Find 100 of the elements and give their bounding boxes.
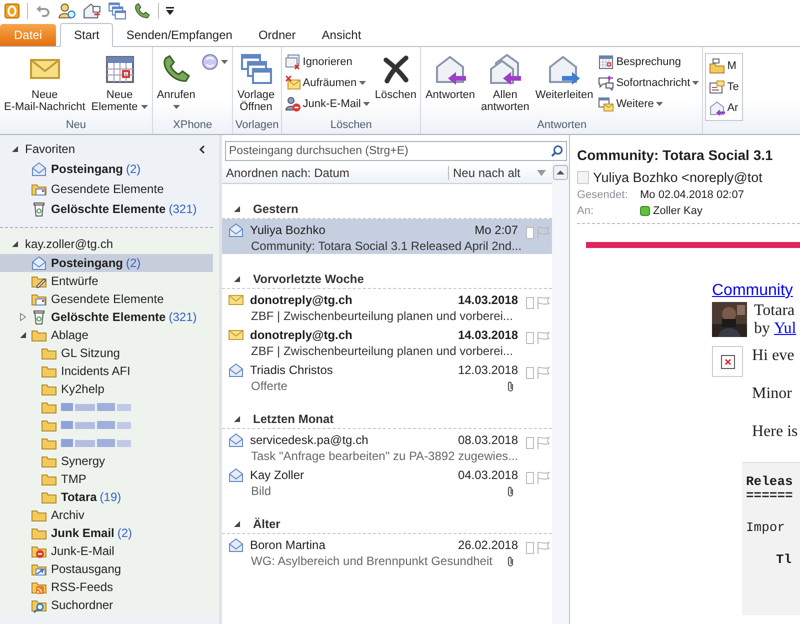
ribbon-button[interactable]: Antworten (423, 51, 477, 103)
message-row[interactable]: servicedesk.pa@tg.ch 08.03.2018 Task "Anfrage bearbeiten" zu PA-3892 zugewies... (222, 429, 552, 464)
folder-item[interactable]: Archiv (0, 506, 213, 524)
reply-icon (709, 100, 726, 116)
ribbon-button[interactable]: Ar (708, 99, 740, 117)
flag-icon[interactable] (536, 436, 550, 450)
app-logo-icon[interactable] (4, 3, 20, 19)
field-value[interactable]: Zoller Kay (653, 205, 703, 217)
dropdown-arrow-icon[interactable] (537, 170, 546, 176)
message-row[interactable]: Yuliya Bozhko Mo 2:07 Community: Totara Social 3.1 Released April 2nd... (222, 219, 552, 254)
ribbon-button[interactable]: Ignorieren (284, 53, 371, 71)
folder-item[interactable]: GL Sitzung (0, 344, 213, 362)
ribbon-button[interactable]: Neue Elemente (89, 51, 150, 115)
status-button[interactable] (199, 51, 230, 73)
community-link[interactable]: Community (712, 282, 793, 300)
folder-item[interactable]: Gelöschte Elemente (321) (0, 199, 207, 219)
expanded-arrow-icon[interactable] (12, 241, 18, 247)
flag-icon[interactable] (536, 331, 550, 345)
ribbon-button[interactable]: Weiterleiten (533, 51, 596, 103)
category-icon[interactable] (526, 367, 534, 379)
message-row[interactable]: Boron Martina 26.02.2018 WG: Asylbereich und Brennpunkt Gesundheit (222, 534, 552, 569)
collapsed-arrow-icon[interactable] (20, 313, 26, 321)
ribbon-button[interactable]: Löschen (372, 51, 418, 103)
folder-item[interactable]: Suchordner (0, 596, 213, 614)
group-header[interactable]: Vorvorletzte Woche (253, 272, 364, 286)
subject: ZBF | Zwischenbeurteilung planen und vorberei... (250, 309, 514, 323)
ribbon-button[interactable]: Te (708, 78, 740, 96)
undo-icon[interactable] (35, 3, 51, 19)
windows-icon[interactable] (108, 2, 126, 20)
search-icon[interactable] (551, 145, 563, 157)
category-icon[interactable] (526, 472, 534, 484)
ribbon-button[interactable]: Vorlage Öffnen (235, 51, 277, 115)
ribbon-button[interactable]: M (708, 57, 740, 75)
reply-icon (434, 53, 466, 85)
folder-item[interactable]: Gesendete Elemente (0, 179, 207, 199)
ribbon-button[interactable]: Neue E-Mail-Nachricht (2, 51, 88, 115)
ribbon-button[interactable]: Weitere (597, 95, 700, 113)
message-row[interactable]: Kay Zoller 04.03.2018 Bild (222, 464, 552, 499)
ribbon-tab[interactable]: Ordner (245, 24, 309, 46)
scroll-up-icon[interactable] (553, 165, 568, 180)
folder-item[interactable]: Totara (19) (0, 488, 213, 506)
group-header[interactable]: Gestern (253, 202, 298, 216)
folder-item[interactable]: Gesendete Elemente (0, 290, 213, 308)
read-envelope-icon (228, 432, 244, 448)
ribbon-button[interactable]: Allen antworten (479, 51, 532, 115)
folder-item[interactable]: Postausgang (0, 560, 213, 578)
sender-name: Yuliya Bozhko (250, 223, 326, 237)
collapse-pane-icon[interactable] (199, 144, 205, 154)
folder-item[interactable]: TMP (0, 470, 213, 488)
flag-icon[interactable] (536, 296, 550, 310)
message-row[interactable]: donotreply@tg.ch 14.03.2018 ZBF | Zwischenbeurteilung planen und vorberei... (222, 324, 552, 359)
group-header[interactable]: Letzten Monat (253, 412, 334, 426)
folder-item[interactable]: Junk Email (2) (0, 524, 213, 542)
ribbon-button[interactable]: Aufräumen (284, 74, 371, 92)
flag-icon[interactable] (536, 471, 550, 485)
ribbon-tab[interactable]: Ansicht (308, 24, 374, 46)
expanded-arrow-icon[interactable] (12, 146, 18, 152)
folder-item[interactable]: Entwürfe (0, 272, 213, 290)
arrange-by-button[interactable]: Anordnen nach: Datum (222, 166, 448, 180)
folder-item[interactable]: Junk-E-Mail (0, 542, 213, 560)
sort-order-button[interactable]: Neu nach alt (448, 166, 537, 180)
category-icon[interactable] (526, 297, 534, 309)
ribbon-button[interactable]: Junk-E-Mail (284, 95, 371, 113)
expanded-arrow-icon[interactable] (234, 206, 240, 212)
phone-icon[interactable] (133, 2, 151, 20)
message-row[interactable]: Triadis Christos 12.03.2018 Offerte (222, 359, 552, 394)
meeting-icon (598, 54, 614, 70)
category-icon[interactable] (526, 332, 534, 344)
folder-item[interactable]: Synergy (0, 452, 213, 470)
group-header[interactable]: Älter (253, 517, 280, 531)
folder-item[interactable]: Ablage (0, 326, 213, 344)
globe-icon (201, 53, 220, 71)
expanded-arrow-icon[interactable] (234, 416, 240, 422)
ribbon-button[interactable]: Anrufen (154, 51, 198, 115)
author-link[interactable]: Yul (774, 320, 796, 337)
folder-item[interactable]: Incidents AFI (0, 362, 213, 380)
section-title[interactable]: kay.zoller@tg.ch (25, 237, 113, 251)
flag-icon[interactable] (536, 366, 550, 380)
folder-item[interactable]: RSS-Feeds (0, 578, 213, 596)
expanded-arrow-icon[interactable] (234, 521, 240, 527)
ribbon-tab[interactable]: Senden/Empfangen (113, 24, 246, 46)
windows-icon (240, 53, 272, 85)
customize-menu-icon[interactable] (166, 7, 174, 15)
expanded-arrow-icon[interactable] (20, 332, 26, 338)
date: 12.03.2018 (458, 363, 518, 377)
folder-item[interactable]: Gelöschte Elemente (321) (0, 308, 213, 326)
folder-item[interactable]: Ky2help (0, 380, 213, 398)
category-icon[interactable] (526, 437, 534, 449)
category-icon[interactable] (526, 542, 534, 554)
expanded-arrow-icon[interactable] (234, 276, 240, 282)
message-row[interactable]: donotreply@tg.ch 14.03.2018 ZBF | Zwischenbeurteilung planen und vorberei... (222, 289, 552, 324)
flag-icon[interactable] (536, 541, 550, 555)
ribbon-button[interactable]: Besprechung (597, 53, 700, 71)
ribbon-tab[interactable]: Start (60, 23, 114, 47)
folder-item[interactable]: Posteingang (2) (0, 254, 213, 272)
ribbon-button[interactable]: Sofortnachricht (597, 74, 700, 92)
category-icon[interactable] (526, 227, 534, 239)
section-title[interactable]: Favoriten (25, 142, 76, 156)
search-field[interactable]: Posteingang durchsuchen (Strg+E) (225, 141, 567, 161)
folder-item[interactable]: Posteingang (2) (0, 159, 207, 179)
